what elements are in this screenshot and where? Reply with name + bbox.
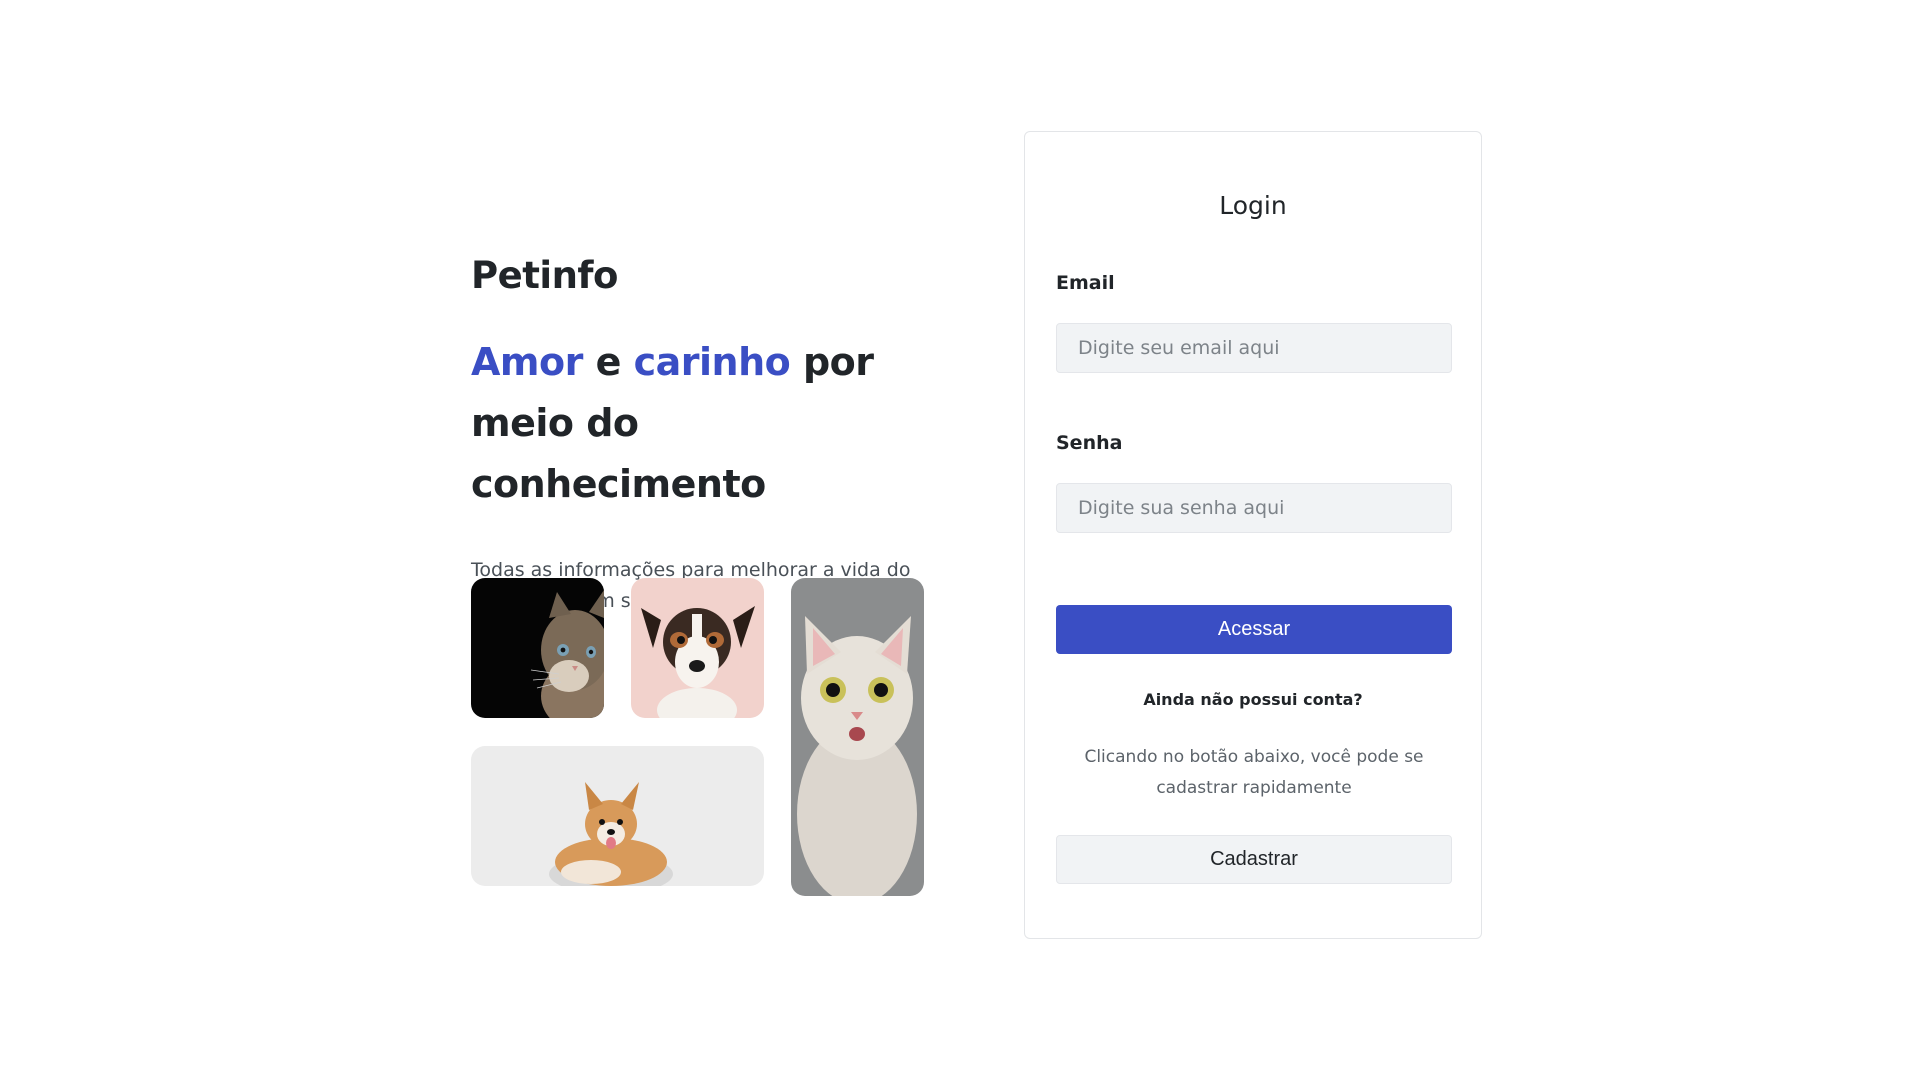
password-label: Senha bbox=[1056, 432, 1123, 454]
login-button[interactable]: Acessar bbox=[1056, 605, 1452, 654]
email-input[interactable] bbox=[1056, 323, 1452, 373]
cat-photo bbox=[471, 578, 604, 718]
headline-accent-amor: Amor bbox=[471, 340, 583, 384]
email-label: Email bbox=[1056, 272, 1115, 294]
corgi-photo bbox=[471, 746, 764, 886]
no-account-text: Ainda não possui conta? bbox=[1143, 690, 1363, 709]
dog-photo bbox=[631, 578, 764, 718]
login-page: Petinfo Amor e carinho por meio do conhe… bbox=[0, 0, 1920, 1080]
headline-connector: e bbox=[582, 340, 634, 384]
login-title: Login bbox=[1219, 191, 1287, 220]
hero-headline: Amor e carinho por meio do conhecimento bbox=[471, 332, 931, 515]
login-card: Login Email Senha Acessar Ainda não poss… bbox=[1024, 131, 1482, 939]
brand-title: Petinfo bbox=[471, 254, 618, 297]
headline-accent-carinho: carinho bbox=[633, 340, 791, 384]
password-input[interactable] bbox=[1056, 483, 1452, 533]
surprised-cat-photo bbox=[791, 578, 924, 896]
signup-button[interactable]: Cadastrar bbox=[1056, 835, 1452, 884]
signup-hint: Clicando no botão abaixo, você pode se c… bbox=[1084, 747, 1424, 798]
hero-section: Petinfo Amor e carinho por meio do conhe… bbox=[471, 250, 931, 617]
